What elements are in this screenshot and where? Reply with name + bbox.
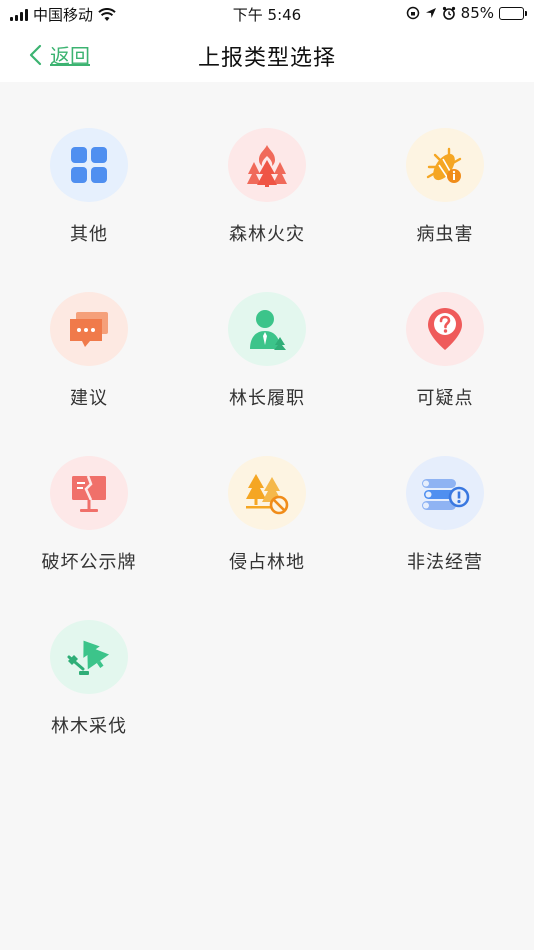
app-grid-icon bbox=[50, 128, 128, 202]
type-label: 病虫害 bbox=[416, 224, 474, 245]
type-item-other[interactable]: 其他 bbox=[0, 82, 178, 246]
type-item-forest-encroachment[interactable]: 侵占林地 bbox=[178, 410, 356, 574]
forest-fire-icon bbox=[228, 128, 306, 202]
battery-icon bbox=[499, 6, 527, 20]
type-item-pest[interactable]: 病虫害 bbox=[356, 82, 534, 246]
type-item-damaged-sign[interactable]: 破坏公示牌 bbox=[0, 410, 178, 574]
type-label: 侵占林地 bbox=[229, 552, 305, 573]
forbidden-trees-icon bbox=[228, 456, 306, 530]
type-label: 可疑点 bbox=[416, 388, 474, 409]
status-bar: 中国移动 下午 5:46 85% bbox=[0, 0, 534, 28]
question-pin-icon bbox=[406, 292, 484, 366]
type-label: 非法经营 bbox=[407, 552, 483, 573]
type-label: 林木采伐 bbox=[51, 716, 127, 737]
rotation-lock-icon bbox=[406, 6, 419, 20]
battery-percent: 85% bbox=[460, 4, 494, 22]
type-item-suggestion[interactable]: 建议 bbox=[0, 246, 178, 410]
type-item-ranger-duty[interactable]: 林长履职 bbox=[178, 246, 356, 410]
type-item-suspicious-point[interactable]: 可疑点 bbox=[356, 246, 534, 410]
broken-sign-icon bbox=[50, 456, 128, 530]
type-label: 其他 bbox=[70, 224, 108, 245]
pest-icon bbox=[406, 128, 484, 202]
type-label: 林长履职 bbox=[229, 388, 305, 409]
nav-header: 返回 上报类型选择 bbox=[0, 28, 534, 82]
type-label: 建议 bbox=[70, 388, 108, 409]
type-item-logging[interactable]: 林木采伐 bbox=[0, 574, 178, 738]
illegal-timber-icon bbox=[406, 456, 484, 530]
location-icon bbox=[425, 8, 436, 18]
status-right: 85% bbox=[406, 4, 527, 22]
tree-felling-icon bbox=[50, 620, 128, 694]
type-label: 破坏公示牌 bbox=[41, 552, 137, 573]
page-title: 上报类型选择 bbox=[197, 46, 336, 71]
type-item-forest-fire[interactable]: 森林火灾 bbox=[178, 82, 356, 246]
chat-bubble-icon bbox=[50, 292, 128, 366]
type-label: 森林火灾 bbox=[229, 224, 305, 245]
ranger-person-icon bbox=[228, 292, 306, 366]
alarm-icon bbox=[442, 6, 455, 20]
type-item-illegal-business[interactable]: 非法经营 bbox=[356, 410, 534, 574]
